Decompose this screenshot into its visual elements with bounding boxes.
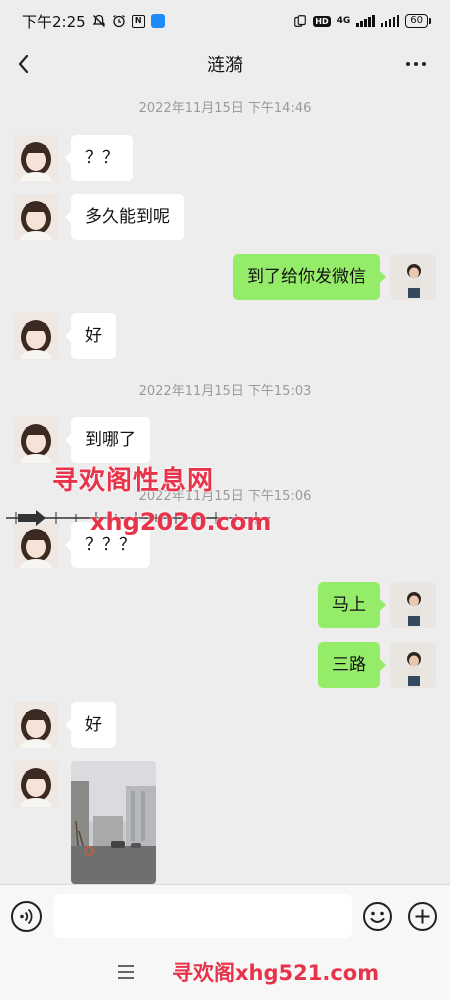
my-avatar[interactable] [390, 642, 436, 688]
emoji-icon [363, 902, 392, 931]
more-button[interactable] [400, 48, 432, 80]
alarm-icon [112, 14, 126, 28]
contact-avatar[interactable] [13, 702, 59, 748]
watermark-url: xhg2020.com [90, 508, 272, 536]
status-bar: 下午2:25 N HD 4G 60 [0, 0, 450, 42]
chat-screen: 下午2:25 N HD 4G 60 涟漪 2022年11月15日 下午14:46… [0, 0, 450, 1000]
incoming-message[interactable]: 好 [65, 702, 116, 748]
watermark-bottom: 寻欢阁xhg521.com [172, 961, 380, 985]
incoming-message[interactable]: 好 [65, 313, 116, 359]
outgoing-message[interactable]: 到了给你发微信 [233, 254, 386, 300]
contact-avatar[interactable] [13, 522, 59, 568]
my-avatar[interactable] [390, 254, 436, 300]
more-icon-dot [414, 62, 418, 66]
nav-bar: 涟漪 [0, 42, 450, 86]
outgoing-message[interactable]: 马上 [318, 582, 386, 628]
signal-icon [356, 15, 375, 27]
contact-avatar[interactable] [13, 417, 59, 463]
timestamp: 2022年11月15日 下午15:03 [138, 384, 312, 399]
image-message[interactable] [71, 761, 156, 884]
status-left: 下午2:25 N [22, 11, 165, 32]
back-button[interactable] [12, 48, 44, 80]
more-icon [406, 62, 410, 66]
status-right: HD 4G 60 [293, 14, 431, 28]
chevron-left-icon [18, 54, 29, 74]
mute-icon [92, 14, 106, 28]
chat-title: 涟漪 [207, 55, 243, 76]
menu-icon[interactable] [116, 963, 136, 981]
contact-avatar[interactable] [13, 135, 59, 181]
emoji-button[interactable] [362, 901, 393, 932]
contact-avatar[interactable] [13, 761, 59, 807]
app-notification-icon [150, 14, 165, 28]
incoming-message[interactable]: 多久能到呢 [65, 194, 184, 240]
battery-icon: 60 [405, 14, 431, 28]
input-bar [0, 884, 450, 946]
timestamp: 2022年11月15日 下午14:46 [138, 101, 312, 116]
my-avatar[interactable] [390, 582, 436, 628]
plus-icon [408, 902, 437, 931]
watermark-title: 寻欢阁性息网 [52, 466, 215, 496]
contact-avatar[interactable] [13, 194, 59, 240]
incoming-message[interactable]: 到哪了 [65, 417, 150, 463]
message-input[interactable] [54, 894, 352, 938]
contact-avatar[interactable] [13, 313, 59, 359]
vibrate-icon [293, 14, 307, 28]
network-type: 4G [336, 16, 351, 26]
voice-icon [20, 908, 33, 925]
status-time: 下午2:25 [22, 12, 86, 31]
nfc-icon: N [131, 14, 145, 28]
signal-icon-2 [380, 15, 400, 27]
more-functions-button[interactable] [407, 901, 438, 932]
outgoing-message[interactable]: 三路 [318, 642, 386, 688]
incoming-message[interactable]: ？？ [65, 135, 133, 181]
hd-icon: HD [313, 15, 331, 27]
voice-button[interactable] [11, 901, 42, 932]
more-icon-dot [422, 62, 426, 66]
